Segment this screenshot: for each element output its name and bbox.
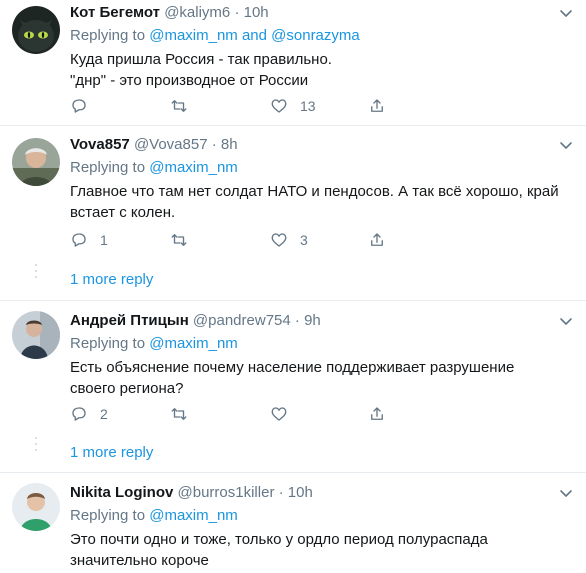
- share-button[interactable]: [368, 96, 386, 116]
- share-icon: [371, 407, 383, 420]
- like-button[interactable]: [270, 404, 300, 424]
- reply-button[interactable]: [70, 96, 100, 116]
- retweet-button[interactable]: [170, 404, 200, 424]
- author-handle[interactable]: @burros1killer: [178, 484, 275, 501]
- chevron-down-icon[interactable]: [558, 5, 574, 21]
- tweet-text: Куда пришла Россия - так правильно. "днр…: [70, 51, 332, 89]
- share-button[interactable]: [368, 230, 386, 250]
- share-button[interactable]: [368, 404, 386, 424]
- share-icon: [371, 99, 383, 112]
- thread-dots: [35, 264, 37, 282]
- tweet-text: Главное что там нет солдат НАТО и пендос…: [70, 183, 559, 221]
- author-name[interactable]: Vova857: [70, 136, 130, 153]
- like-count: 3: [300, 232, 308, 248]
- retweet-button[interactable]: [170, 230, 200, 250]
- timestamp[interactable]: 10h: [288, 484, 313, 501]
- avatar[interactable]: [12, 6, 60, 54]
- replying-to-link[interactable]: @maxim_nm: [149, 335, 238, 352]
- author-handle[interactable]: @Vova857: [134, 136, 208, 153]
- separator-dot: ·: [211, 136, 217, 153]
- timestamp[interactable]: 9h: [304, 312, 321, 329]
- tweet[interactable]: Андрей Птицын @pandrew754 · 9h Replying …: [0, 301, 586, 434]
- timestamp[interactable]: 10h: [244, 4, 269, 21]
- retweet-icon: [171, 234, 187, 246]
- share-icon: [371, 233, 383, 246]
- tweet[interactable]: Кот Бегемот @kaliym6 · 10h Replying to @…: [0, 0, 586, 125]
- retweet-icon: [171, 408, 187, 420]
- retweet-icon: [171, 100, 187, 112]
- tweet-header: Кот Бегемот @kaliym6 · 10h: [70, 3, 574, 23]
- thread-dots: [35, 437, 37, 455]
- tweet-actions: 13: [70, 96, 383, 116]
- tweet-text: Это почти одно и тоже, только у ордло пе…: [70, 531, 488, 569]
- timestamp[interactable]: 8h: [221, 136, 238, 153]
- avatar[interactable]: [12, 138, 60, 186]
- replying-to: Replying to @maxim_nm: [70, 159, 238, 176]
- tweet-actions: 2: [70, 404, 383, 424]
- reply-count: 1: [100, 232, 108, 248]
- reply-count: 2: [100, 406, 108, 422]
- tweet-text: Есть объяснение почему население поддерж…: [70, 359, 515, 397]
- author-name[interactable]: Кот Бегемот: [70, 4, 160, 21]
- chevron-down-icon[interactable]: [558, 137, 574, 153]
- chevron-down-icon[interactable]: [558, 485, 574, 501]
- retweet-button[interactable]: [170, 96, 200, 116]
- author-handle[interactable]: @kaliym6: [164, 4, 230, 21]
- more-replies-link[interactable]: 1 more reply: [70, 270, 153, 290]
- author-name[interactable]: Андрей Птицын: [70, 312, 189, 329]
- reply-icon: [72, 233, 86, 247]
- heart-icon: [271, 407, 287, 421]
- separator-dot: ·: [234, 4, 240, 21]
- tweet[interactable]: Vova857 @Vova857 · 8h Replying to @maxim…: [0, 126, 586, 261]
- avatar[interactable]: [12, 483, 60, 531]
- replying-to: Replying to @maxim_nm: [70, 507, 238, 524]
- replying-to-link[interactable]: @maxim_nm: [149, 159, 238, 176]
- author-name[interactable]: Nikita Loginov: [70, 484, 173, 501]
- replying-to-link[interactable]: @maxim_nm and @sonrazyma: [149, 27, 360, 44]
- like-button[interactable]: 13: [270, 96, 316, 116]
- separator-dot: ·: [278, 484, 284, 501]
- more-replies: 1 more reply: [0, 262, 586, 302]
- like-count: 13: [300, 98, 316, 114]
- chevron-down-icon[interactable]: [558, 313, 574, 329]
- more-replies: 1 more reply: [0, 435, 586, 475]
- heart-icon: [271, 233, 287, 247]
- tweet[interactable]: Nikita Loginov @burros1killer · 10h Repl…: [0, 473, 586, 573]
- tweet-header: Андрей Птицын @pandrew754 · 9h: [70, 311, 574, 331]
- heart-icon: [271, 99, 287, 113]
- author-handle[interactable]: @pandrew754: [193, 312, 291, 329]
- replying-to: Replying to @maxim_nm and @sonrazyma: [70, 27, 360, 44]
- avatar[interactable]: [12, 311, 60, 359]
- replying-to: Replying to @maxim_nm: [70, 335, 238, 352]
- reply-button[interactable]: 2: [70, 404, 108, 424]
- tweet-header: Nikita Loginov @burros1killer · 10h: [70, 483, 574, 503]
- tweet-actions: 1 3: [70, 230, 383, 250]
- separator-dot: ·: [294, 312, 300, 329]
- reply-button[interactable]: 1: [70, 230, 108, 250]
- like-button[interactable]: 3: [270, 230, 308, 250]
- replying-to-link[interactable]: @maxim_nm: [149, 507, 238, 524]
- more-replies-link[interactable]: 1 more reply: [70, 443, 153, 463]
- tweet-header: Vova857 @Vova857 · 8h: [70, 135, 574, 155]
- reply-icon: [72, 99, 86, 113]
- reply-icon: [72, 407, 86, 421]
